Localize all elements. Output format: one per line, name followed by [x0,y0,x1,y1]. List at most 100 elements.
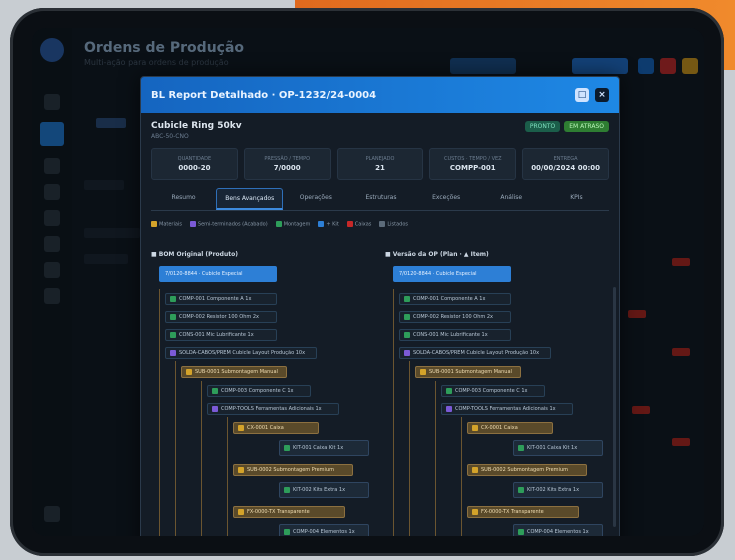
stat-value: COMPP-001 [449,164,496,172]
legend-item: Montagem [275,221,310,228]
node-type-icon [284,529,290,535]
node-type-icon [404,350,410,356]
scrollbar[interactable] [613,287,616,527]
node-label: SUB-0002 Submontagem Premium [247,467,334,473]
node-label: CONS-001 Mic Lubrificante 1x [179,332,254,338]
stat-card: CUSTOS · TEMPO / VEZ COMPP-001 [429,148,517,180]
node-label: CX-0001 Caixa [247,425,284,431]
stat-label: ENTREGA [553,156,578,162]
tab-operacoes[interactable]: Operações [283,188,348,210]
expand-icon[interactable]: □ [575,88,589,102]
node-label: CONS-001 Mic Lubrificante 1x [413,332,488,338]
stat-card: PLANEJADO 21 [336,148,424,180]
tab-analise[interactable]: Análise [479,188,544,210]
bom-node[interactable]: COMP-002 Resistor 100 Ohm 2x [165,311,277,323]
bom-node[interactable]: CX-0001 Caixa [233,422,319,434]
legend-item: Caixas [346,221,371,228]
bom-node[interactable]: CONS-001 Mic Lubrificante 1x [399,329,511,341]
bom-node[interactable]: COMP-TOOLS Ferramentas Adicionais 1x [207,403,339,415]
node-type-icon [404,296,410,302]
node-label: COMP-002 Resistor 100 Ohm 2x [413,314,494,320]
legend-item: + Kit [318,221,339,228]
node-label: KIT-002 Kits Extra 1x [293,487,346,493]
modal-header: BL Report Detalhado · OP-1232/24-0004 □ … [141,77,619,113]
tablet-screen: Ordens de Produção Multi-ação para orden… [32,28,704,536]
tree-connector [409,361,410,536]
tab-kpis[interactable]: KPIs [544,188,609,210]
tab-bens-avancados[interactable]: Bens Avançados [216,188,284,210]
bom-node[interactable]: KIT-002 Kits Extra 1x [513,482,603,498]
node-label: COMP-TOOLS Ferramentas Adicionais 1x [221,406,322,412]
bom-node[interactable]: SOLDA-CABOS/PREM Cubicle Layout Produção… [165,347,317,359]
bom-node[interactable]: SUB-0001 Submontagem Manual [181,366,287,378]
product-code: ABC-50-CNO [151,133,189,140]
tree-connector [201,381,202,536]
stat-label: CUSTOS · TEMPO / VEZ [443,156,502,162]
bom-node[interactable]: CONS-001 Mic Lubrificante 1x [165,329,277,341]
node-label: KIT-002 Kits Extra 1x [527,487,580,493]
tree-connector [461,417,462,536]
node-type-icon [238,425,244,431]
bom-node[interactable]: SUB-0002 Submontagem Premium [467,464,587,476]
bom-node[interactable]: SUB-0001 Submontagem Manual [415,366,521,378]
tab-excecoes[interactable]: Exceções [414,188,479,210]
bom-node[interactable]: COMP-004 Elementos 1x [513,524,603,536]
bom-node[interactable]: FX-0000-TX Transparente [233,506,345,518]
node-type-icon [238,509,244,515]
priority-badge: EM ATRASO [564,121,609,132]
node-label: COMP-003 Componente C 1x [221,388,294,394]
tree-connector [175,361,176,536]
tab-resumo[interactable]: Resumo [151,188,216,210]
bom-node[interactable]: COMP-001 Componente A 1x [165,293,277,305]
bom-node[interactable]: SUB-0002 Submontagem Premium [233,464,353,476]
status-badge: PRONTO [524,121,561,132]
product-header: Cubicle Ring 50kv ABC-50-CNO PRONTO EM A… [141,113,619,144]
tree-connector [435,381,436,536]
node-label: COMP-004 Elementos 1x [527,529,589,535]
bom-node[interactable]: KIT-001 Caixa Kit 1x [513,440,603,456]
node-type-icon [284,487,290,493]
bom-node[interactable]: COMP-001 Componente A 1x [399,293,511,305]
node-type-icon [420,369,426,375]
stat-card: ENTREGA 00/00/2024 00:00 [522,148,609,180]
bom-node[interactable]: COMP-TOOLS Ferramentas Adicionais 1x [441,403,573,415]
node-type-icon [446,388,452,394]
bom-node[interactable]: KIT-001 Caixa Kit 1x [279,440,369,456]
bom-node[interactable]: FX-0000-TX Transparente [467,506,579,518]
node-type-icon [518,487,524,493]
bom-node[interactable]: COMP-003 Componente C 1x [441,385,545,397]
node-label: COMP-TOOLS Ferramentas Adicionais 1x [455,406,556,412]
node-label: COMP-001 Componente A 1x [179,296,252,302]
bom-node[interactable]: KIT-002 Kits Extra 1x [279,482,369,498]
bom-node[interactable]: CX-0001 Caixa [467,422,553,434]
node-label: SOLDA-CABOS/PREM Cubicle Layout Produção… [179,350,306,356]
stat-value: 7/0000 [273,164,301,172]
root-node[interactable]: 7/0120-8844 · Cubicle Especial [159,266,277,282]
node-type-icon [170,296,176,302]
stat-label: PLANEJADO [365,156,395,162]
tree-connector [393,289,394,536]
tab-estruturas[interactable]: Estruturas [348,188,413,210]
node-type-icon [284,445,290,451]
legend: Materiais Semi-terminados (Acabado) Mont… [151,221,609,228]
bom-node[interactable]: COMP-003 Componente C 1x [207,385,311,397]
stat-value: 21 [375,164,385,172]
close-icon[interactable]: × [595,88,609,102]
legend-item: Listados [379,221,408,228]
node-type-icon [170,314,176,320]
node-label: FX-0000-TX Transparente [247,509,310,515]
node-label: SUB-0001 Submontagem Manual [429,369,512,375]
node-type-icon [472,467,478,473]
report-modal: BL Report Detalhado · OP-1232/24-0004 □ … [140,76,620,536]
node-label: COMP-002 Resistor 100 Ohm 2x [179,314,260,320]
legend-item: Semi-terminados (Acabado) [189,221,268,228]
product-name: Cubicle Ring 50kv [151,121,242,131]
bom-node[interactable]: COMP-004 Elementos 1x [279,524,369,536]
bom-node[interactable]: COMP-002 Resistor 100 Ohm 2x [399,311,511,323]
root-node[interactable]: 7/0120-8844 · Cubicle Especial [393,266,511,282]
node-label: SUB-0002 Submontagem Premium [481,467,568,473]
modal-title: BL Report Detalhado · OP-1232/24-0004 [151,89,377,101]
stat-value: 0000-20 [178,164,211,172]
bom-node[interactable]: SOLDA-CABOS/PREM Cubicle Layout Produção… [399,347,551,359]
node-label: KIT-001 Caixa Kit 1x [293,445,344,451]
